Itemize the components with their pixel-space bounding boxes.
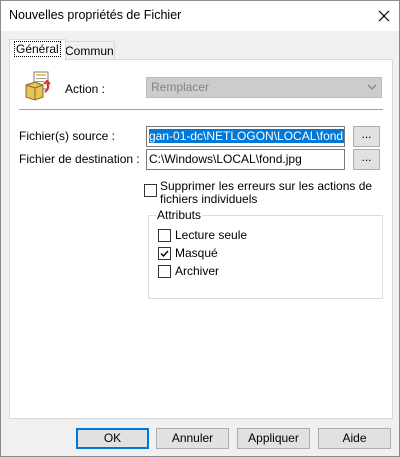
destination-file-value: C:\Windows\LOCAL\fond.jpg — [149, 152, 302, 166]
chevron-down-icon — [367, 84, 377, 90]
tab-general[interactable]: Général — [9, 39, 66, 61]
attributes-group: Attributs Lecture seule Masqué Archiver — [148, 208, 383, 299]
source-file-field[interactable]: gan-01-dc\NETLOGON\LOCAL\fond.jpg — [146, 126, 345, 147]
suppress-errors-checkbox[interactable] — [144, 184, 157, 197]
title-bar: Nouvelles propriétés de Fichier — [1, 1, 399, 31]
archive-checkbox[interactable] — [158, 265, 171, 278]
tab-commun-label: Commun — [65, 44, 114, 58]
tab-commun[interactable]: Commun — [60, 41, 115, 60]
destination-browse-button[interactable]: ... — [353, 149, 380, 170]
archive-label: Archiver — [175, 264, 220, 278]
attributes-group-title: Attributs — [156, 208, 203, 222]
general-panel: Action : Remplacer Fichier(s) source : g… — [9, 59, 393, 419]
readonly-label: Lecture seule — [175, 228, 248, 242]
hidden-checkbox[interactable] — [158, 247, 171, 260]
file-action-icon — [25, 71, 51, 101]
action-select-value: Remplacer — [151, 80, 210, 94]
suppress-errors-label-line2: fichiers individuels — [160, 192, 258, 206]
source-browse-button[interactable]: ... — [353, 126, 380, 147]
cancel-button[interactable]: Annuler — [156, 428, 229, 449]
destination-file-field[interactable]: C:\Windows\LOCAL\fond.jpg — [146, 149, 345, 170]
window-title: Nouvelles propriétés de Fichier — [9, 8, 182, 22]
checkmark-icon — [160, 250, 169, 258]
dialog-window: Nouvelles propriétés de Fichier Général … — [0, 0, 400, 457]
suppress-errors-label: Supprimer les erreurs sur les actions de… — [160, 180, 372, 206]
close-icon — [378, 10, 390, 22]
hidden-label: Masqué — [175, 246, 218, 260]
destination-label: Fichier de destination : — [19, 152, 140, 166]
tab-general-label: Général — [14, 41, 61, 57]
ok-button[interactable]: OK — [76, 428, 149, 449]
action-select[interactable]: Remplacer — [146, 77, 382, 98]
source-label: Fichier(s) source : — [19, 129, 116, 143]
action-label: Action : — [65, 82, 106, 96]
readonly-checkbox[interactable] — [158, 229, 171, 242]
help-button[interactable]: Aide — [318, 428, 391, 449]
separator — [19, 109, 383, 110]
source-file-value: gan-01-dc\NETLOGON\LOCAL\fond.jpg — [149, 129, 344, 143]
suppress-errors-label-line1: Supprimer les erreurs sur les actions de — [160, 179, 373, 193]
close-button[interactable] — [369, 1, 399, 31]
apply-button[interactable]: Appliquer — [237, 428, 310, 449]
